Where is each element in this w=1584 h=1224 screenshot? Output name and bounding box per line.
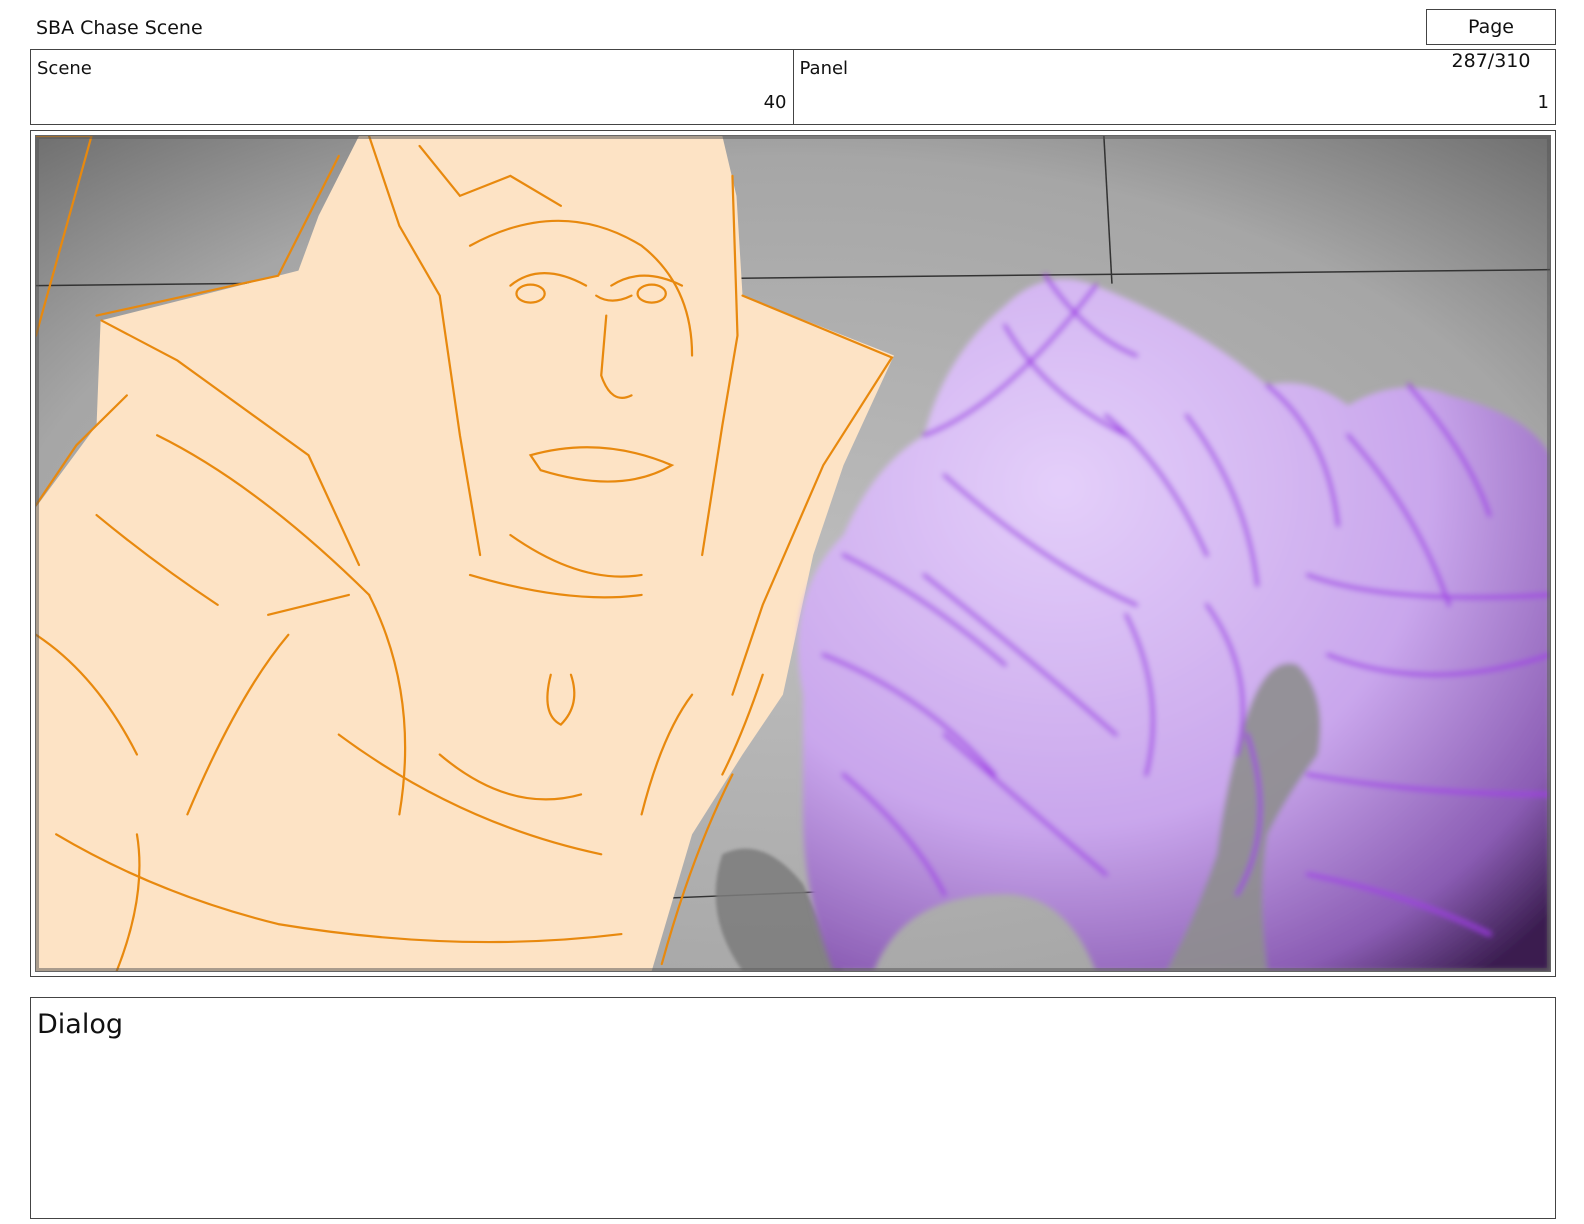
storyboard-image	[35, 135, 1551, 972]
project-title: SBA Chase Scene	[36, 17, 203, 39]
panel-cell: Panel 1	[792, 50, 1556, 124]
page-indicator: Page 287/310	[1426, 9, 1556, 72]
panel-label: Panel	[799, 58, 849, 79]
panel-number: 1	[1537, 92, 1549, 113]
dialog-label: Dialog	[37, 1009, 123, 1040]
storyboard-sketch	[36, 136, 1550, 971]
dialog-box: Dialog	[30, 997, 1556, 1219]
scene-label: Scene	[37, 58, 92, 79]
scene-number: 40	[763, 92, 787, 113]
scene-panel-info: Scene 40 Panel 1	[30, 49, 1556, 125]
storyboard-frame	[30, 130, 1556, 977]
scene-cell: Scene 40	[31, 50, 793, 124]
